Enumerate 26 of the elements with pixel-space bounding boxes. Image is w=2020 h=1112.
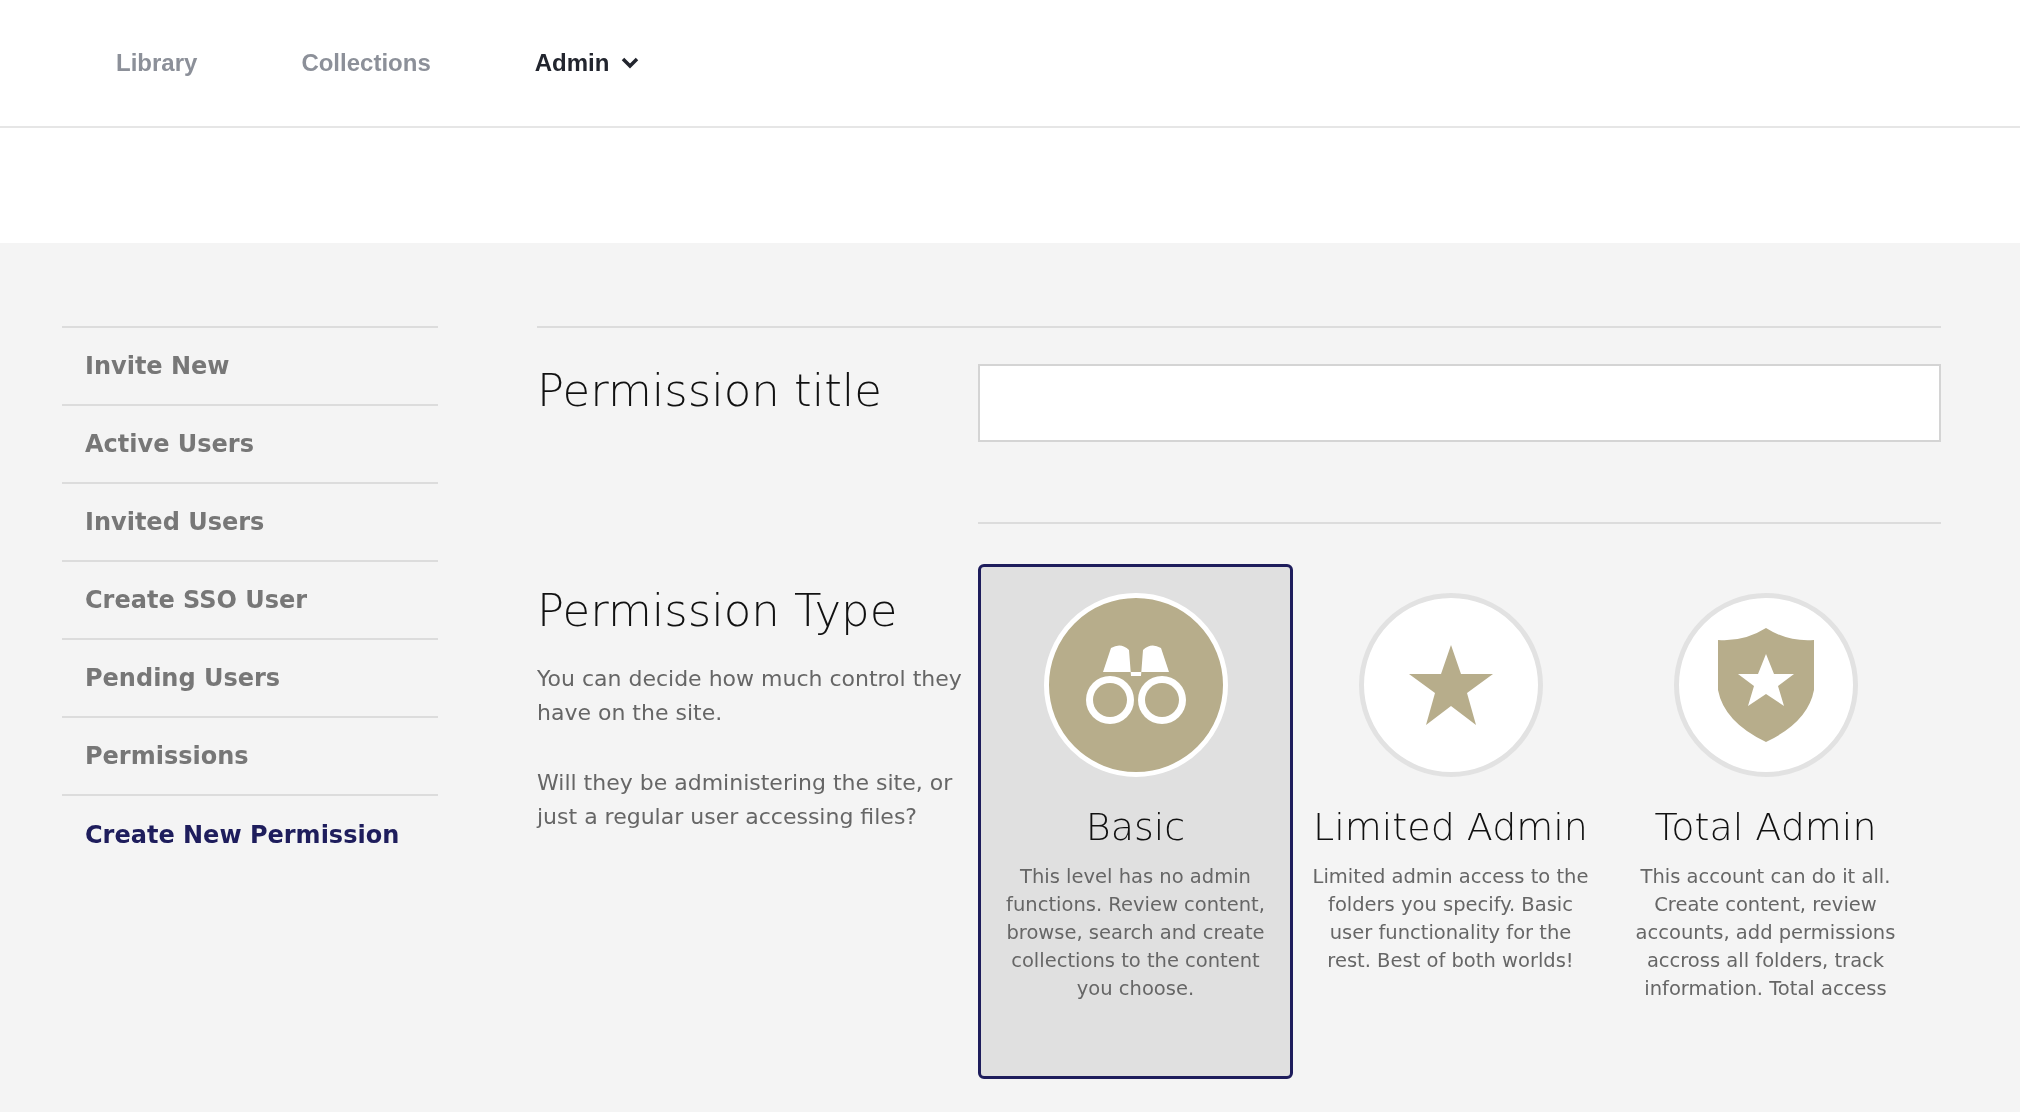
description-text: Will they be administering the site, or just a regular user accessing files? (537, 769, 954, 831)
nav-link[interactable]: Admin (534, 49, 640, 77)
nav-link[interactable]: Collections (301, 49, 431, 77)
description-text: You can decide how much control they have on the site. (537, 665, 963, 727)
sidebar-item[interactable]: Permissions (62, 718, 438, 796)
option-description: This account can do it all. Create content, review accounts, add permissions accross all folders, track information. Total access (1634, 864, 1897, 1002)
option-title: Total Admin (1654, 805, 1877, 849)
sidebar-item[interactable]: Active Users (62, 406, 438, 484)
sidebar-item[interactable]: Invited Users (62, 484, 438, 562)
sidebar-item[interactable]: Create New Permission (62, 796, 438, 874)
nav-link[interactable]: Library (116, 49, 198, 77)
field-label: Permission title (537, 364, 883, 419)
sidebar-item[interactable]: Pending Users (62, 640, 438, 718)
star-icon (1408, 645, 1493, 725)
permission-option-card[interactable]: Limited Admin Limited admin access to the folders you specify. Basic user functionality for the rest. Best of both worlds! (1293, 564, 1608, 1079)
shield-icon (1717, 628, 1814, 742)
title-input-field[interactable] (978, 364, 1941, 442)
option-title: Basic (1085, 805, 1186, 849)
sidebar-item[interactable]: Create SSO User (62, 562, 438, 640)
section-heading: Permission Type (537, 583, 899, 638)
permission-option-card[interactable]: Total Admin This account can do it all. Create content, review accounts, add permissions accross all folders, track information. Total access (1608, 564, 1923, 1079)
permission-option-card[interactable]: Basic This level has no admin functions. Review content, browse, search and create collections to the content you choose. (978, 564, 1293, 1079)
sidebar-item[interactable]: Invite New (62, 328, 438, 406)
option-description: Limited admin access to the folders you specify. Basic user functionality for the rest. Best of both worlds! (1311, 864, 1590, 974)
option-description: This level has no admin functions. Review content, browse, search and create collections to the content you choose. (1005, 864, 1266, 1002)
option-title: Limited Admin (1313, 805, 1588, 849)
